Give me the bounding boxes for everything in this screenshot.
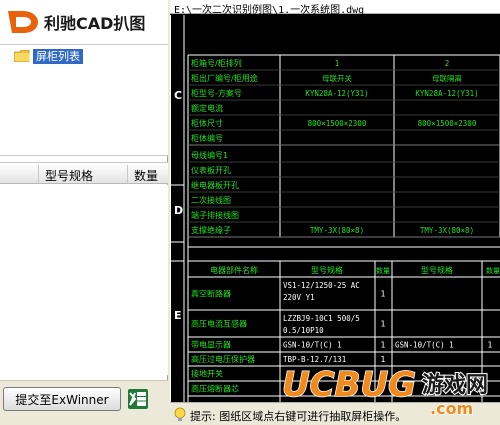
- header-row-label: 柜体尺寸: [191, 118, 223, 128]
- component-header-spec-1: 型号规格: [311, 265, 343, 275]
- component-name: 接地开关: [191, 369, 223, 379]
- section-label-c: C: [174, 89, 182, 102]
- component-spec-1: GSN-10/T(C) 1: [283, 341, 342, 350]
- component-header-qty-1: 数量: [376, 266, 390, 275]
- component-spec-1: 0.5/10P10: [283, 326, 324, 335]
- component-list[interactable]: [0, 185, 168, 375]
- header-row-value-2: 800×1500×2300: [418, 119, 477, 128]
- tree-node-label: 屏柜列表: [33, 48, 83, 64]
- component-name: 真空断路器: [191, 289, 231, 299]
- mid-row-label: 仪表板开孔: [191, 165, 231, 175]
- component-header-name: 电器部件名称: [210, 265, 258, 275]
- column-header-qty[interactable]: 数量: [134, 167, 158, 184]
- header-row-value-2: KYN28A-12(Y31): [415, 89, 478, 98]
- cabinet-tree: 屏柜列表: [0, 44, 168, 156]
- component-spec-1: LZZBJ9-10C1 500/5: [283, 314, 360, 323]
- component-qty-1: 1: [380, 320, 385, 329]
- mid-row-label: 继电器板开孔: [191, 180, 239, 190]
- column-header-spec[interactable]: 型号规格: [45, 167, 93, 184]
- list-header: 型号规格 数量: [0, 162, 168, 184]
- hint-text: 提示: 图纸区域点右键可进行抽取屏柜操作。: [190, 410, 407, 423]
- component-spec-1: 220V Y1: [283, 293, 315, 302]
- submit-exwinner-button[interactable]: 提交至ExWinner: [3, 387, 121, 411]
- app-logo-icon: [8, 11, 38, 33]
- mid-row-value-1: TMY-3X(80×8): [310, 226, 364, 235]
- component-name: 带电显示器: [191, 340, 231, 350]
- component-spec-2: GSN-10/T(C) 1: [395, 341, 454, 350]
- component-name: 高压电流互感器: [191, 319, 247, 329]
- lightbulb-icon: [174, 407, 186, 421]
- excel-export-icon[interactable]: [127, 388, 149, 410]
- header-row-label: 柜型号-方案号: [191, 88, 242, 98]
- mid-row-label: 二次接线图: [191, 195, 231, 205]
- drawing-panel: E:\一次二次识别例图\1.一次系统图.dwg C D E 柜箱号/柜排列 1 …: [170, 0, 500, 425]
- component-name: 高压过电压保护器: [191, 354, 255, 364]
- mid-row-label: 端子排接线图: [191, 210, 239, 220]
- action-bar: 提交至ExWinner: [0, 380, 168, 425]
- file-path-bar: E:\一次二次识别例图\1.一次系统图.dwg: [170, 0, 500, 16]
- cad-drawing[interactable]: C D E 柜箱号/柜排列 1 2 柜出厂编号/柜用途 母联开关 母联隔离柜型号-方案号 K…: [170, 15, 500, 402]
- header-row-label: 柜出厂编号/柜用途: [191, 73, 258, 83]
- tree-node-cabinet-list[interactable]: 屏柜列表: [14, 48, 83, 64]
- section-label-d: D: [174, 204, 183, 217]
- header-row-value-2: 2: [445, 59, 450, 68]
- column-separator[interactable]: [127, 165, 128, 183]
- header-row-value-1: 800×1500×2300: [308, 119, 367, 128]
- component-header-qty-2: 数量: [486, 266, 500, 275]
- component-name: 高压熔断器芯: [191, 384, 239, 394]
- component-spec-1: TBP-B-12.7/131: [283, 355, 346, 364]
- column-separator[interactable]: [38, 165, 39, 183]
- file-path: E:\一次二次识别例图\1.一次系统图.dwg: [174, 5, 365, 16]
- component-qty-1: 1: [380, 290, 385, 299]
- mid-row-label: 支撑绝缘子: [191, 225, 231, 235]
- logo-bar: 利驰CAD扒图: [0, 0, 168, 44]
- component-spec-1: VS1-12/1250-25 AC: [283, 281, 360, 290]
- header-row-label: 额定电流: [191, 103, 223, 113]
- header-row-value-1: KYN28A-12(Y31): [305, 89, 368, 98]
- component-qty-2: 1: [487, 341, 492, 350]
- component-qty-1: 1: [380, 341, 385, 350]
- component-qty-1: 1: [380, 355, 385, 364]
- header-row-value-1: 母联开关: [322, 73, 352, 83]
- status-hint-bar: 提示: 图纸区域点右键可进行抽取屏柜操作。: [170, 402, 500, 425]
- app-title: 利驰CAD扒图: [44, 14, 146, 33]
- component-header-spec-2: 型号规格: [421, 265, 453, 275]
- left-panel: 利驰CAD扒图 屏柜列表 型号规格 数量 提交至ExWinner: [0, 0, 168, 425]
- header-row-value-1: 1: [335, 59, 340, 68]
- mid-row-value-2: TMY-3X(80×8): [420, 226, 474, 235]
- header-row-label: 柜箱号/柜排列: [191, 58, 242, 68]
- folder-icon: [14, 50, 30, 62]
- section-label-e: E: [174, 309, 182, 322]
- mid-row-label: 母线编号1: [191, 150, 228, 160]
- header-row-label: 柜体编号: [191, 133, 223, 143]
- header-row-value-2: 母联隔离: [432, 73, 462, 83]
- cad-drawing-canvas[interactable]: C D E 柜箱号/柜排列 1 2 柜出厂编号/柜用途 母联开关 母联隔离柜型号-方案号 K…: [170, 15, 500, 402]
